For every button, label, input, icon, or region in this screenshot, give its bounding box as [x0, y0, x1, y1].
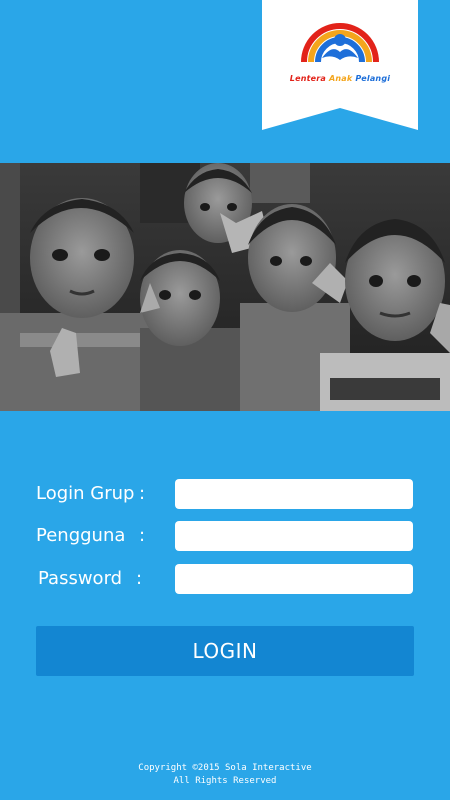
- logo-banner-shape: [262, 0, 418, 130]
- password-colon: :: [136, 568, 143, 589]
- username-colon: :: [139, 525, 146, 546]
- password-label: Password: [38, 568, 123, 589]
- username-input[interactable]: [175, 521, 413, 551]
- hero-photo-children: [0, 163, 450, 411]
- logo-banner: Lentera Anak Pelangi: [262, 0, 418, 133]
- footer: Copyright ©2015 Sola Interactive All Rig…: [0, 762, 450, 788]
- hero-photo: [0, 163, 450, 411]
- rights-text: All Rights Reserved: [173, 776, 277, 786]
- login-group-row: Login Grup :: [0, 479, 450, 509]
- copyright-text: Copyright ©2015 Sola Interactive: [138, 763, 312, 773]
- login-group-colon: :: [139, 483, 146, 504]
- login-button[interactable]: LOGIN: [36, 626, 414, 676]
- login-group-input[interactable]: [175, 479, 413, 509]
- username-label: Pengguna: [36, 525, 126, 546]
- password-input[interactable]: [175, 564, 413, 594]
- password-row: Password :: [0, 564, 450, 594]
- logo-word-3: Pelangi: [355, 74, 391, 83]
- logo-word-1: Lentera: [289, 74, 327, 83]
- logo-word-2: Anak: [329, 74, 353, 83]
- login-group-label: Login Grup: [36, 483, 135, 504]
- logo-text: Lentera Anak Pelangi: [262, 74, 418, 83]
- username-row: Pengguna :: [0, 521, 450, 551]
